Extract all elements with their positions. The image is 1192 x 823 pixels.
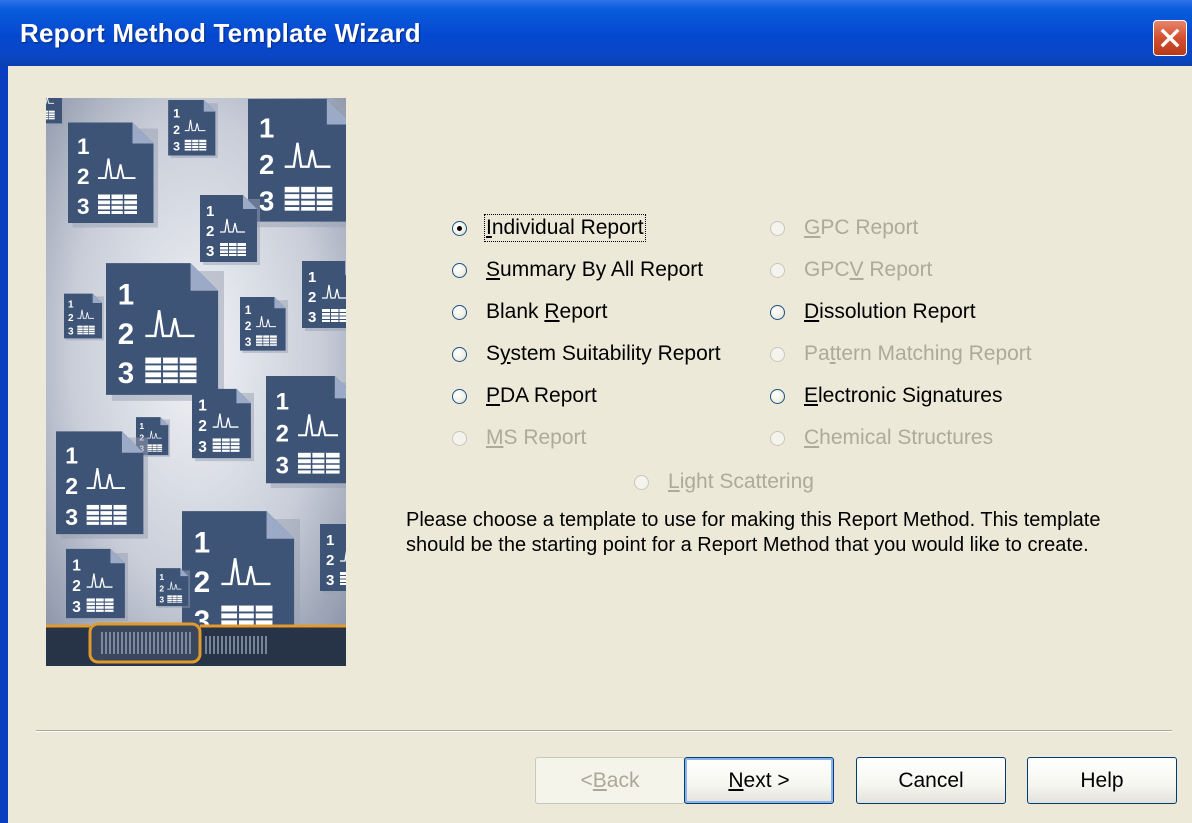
gpcv-report-label: GPCV Report — [804, 258, 933, 281]
pda-report-radio[interactable] — [452, 388, 467, 404]
pattern-matching-report-option: Pattern Matching Report — [770, 338, 1033, 370]
dissolution-report-radio[interactable] — [770, 304, 785, 320]
pattern-matching-report-radio — [770, 346, 785, 362]
close-icon — [1160, 28, 1180, 48]
next-button[interactable]: Next > — [684, 757, 834, 804]
gpc-report-label: GPC Report — [804, 216, 919, 239]
blank-report-radio[interactable] — [452, 304, 467, 320]
chemical-structures-label: Chemical Structures — [804, 426, 994, 449]
blank-report-label: Blank Report — [486, 300, 608, 323]
gpc-report-radio — [770, 220, 785, 236]
wizard-illustration: 1 2 3 — [46, 98, 346, 666]
window-title: Report Method Template Wizard — [20, 18, 421, 48]
blank-report-option[interactable]: Blank Report — [452, 296, 608, 328]
gpcv-report-radio — [770, 262, 785, 278]
dissolution-report-label: Dissolution Report — [804, 300, 976, 323]
individual-report-radio[interactable] — [452, 220, 467, 236]
summary-by-all-report-option[interactable]: Summary By All Report — [452, 254, 704, 286]
instruction-text: Please choose a template to use for maki… — [406, 509, 1101, 556]
individual-report-label: Individual Report — [484, 214, 646, 242]
system-suitability-report-label: System Suitability Report — [486, 342, 721, 365]
individual-report-option[interactable]: Individual Report — [452, 212, 646, 244]
help-button[interactable]: Help — [1027, 757, 1177, 804]
dissolution-report-option[interactable]: Dissolution Report — [770, 296, 977, 328]
footer-divider — [36, 730, 1172, 732]
chemical-structures-option: Chemical Structures — [770, 422, 994, 454]
summary-by-all-report-label: Summary By All Report — [486, 258, 704, 281]
wizard-window: Report Method Template Wizard 1 — [0, 0, 1192, 823]
ms-report-label: MS Report — [486, 426, 587, 449]
light-scattering-radio — [634, 474, 649, 490]
close-button[interactable] — [1153, 20, 1187, 56]
chemical-structures-radio — [770, 430, 785, 446]
cancel-button[interactable]: Cancel — [856, 757, 1006, 804]
system-suitability-report-radio[interactable] — [452, 346, 467, 362]
light-scattering-label: Light Scattering — [668, 470, 814, 493]
system-suitability-report-option[interactable]: System Suitability Report — [452, 338, 722, 370]
window-frame — [0, 66, 8, 823]
electronic-signatures-option[interactable]: Electronic Signatures — [770, 380, 1003, 412]
light-scattering-option: Light Scattering — [634, 466, 815, 498]
title-bar[interactable]: Report Method Template Wizard — [0, 0, 1192, 66]
ms-report-option: MS Report — [452, 422, 587, 454]
back-button[interactable]: < Back — [535, 757, 685, 804]
ms-report-radio — [452, 430, 467, 446]
gpc-report-option: GPC Report — [770, 212, 919, 244]
pattern-matching-report-label: Pattern Matching Report — [804, 342, 1032, 365]
electronic-signatures-radio[interactable] — [770, 388, 785, 404]
summary-by-all-report-radio[interactable] — [452, 262, 467, 278]
electronic-signatures-label: Electronic Signatures — [804, 384, 1003, 407]
pda-report-option[interactable]: PDA Report — [452, 380, 598, 412]
gpcv-report-option: GPCV Report — [770, 254, 933, 286]
pda-report-label: PDA Report — [486, 384, 597, 407]
